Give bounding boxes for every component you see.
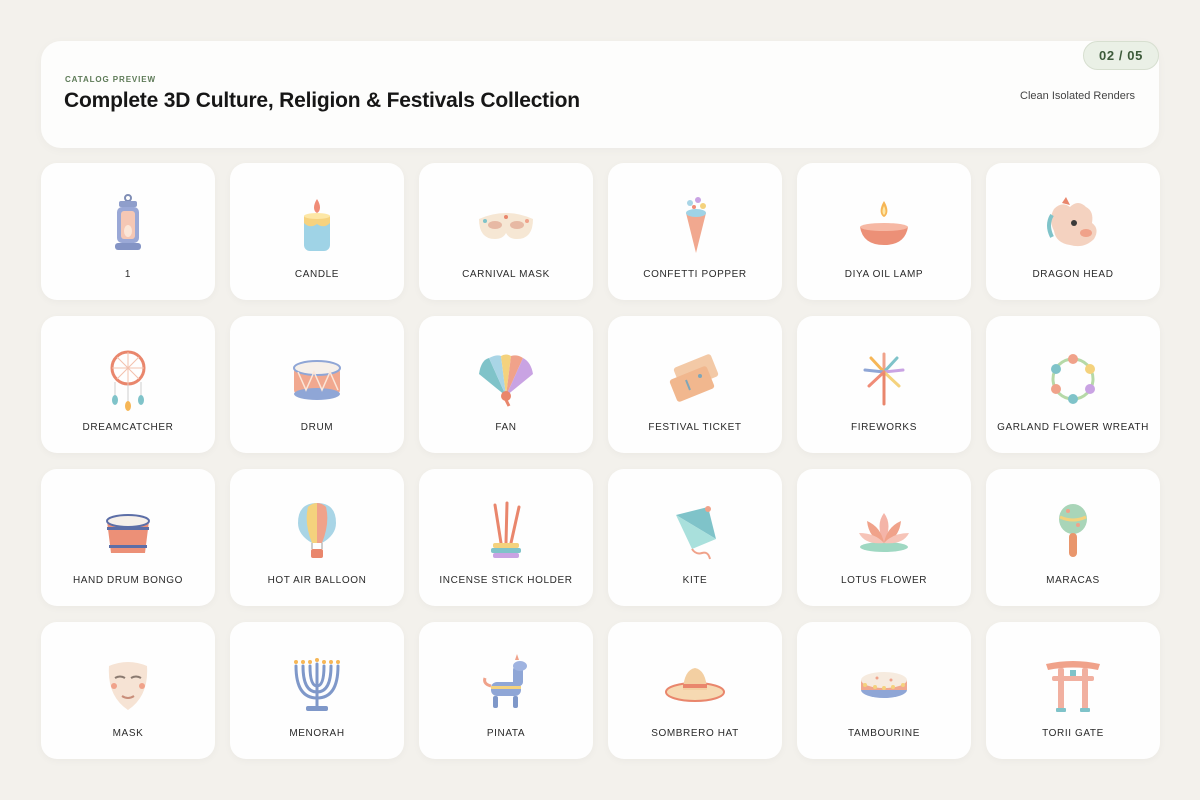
- diya-oil-lamp-icon: [851, 193, 917, 259]
- menorah-icon: [284, 652, 350, 718]
- item-label: DREAMCATCHER: [82, 422, 174, 433]
- catalog-item[interactable]: TORII GATE: [986, 622, 1160, 759]
- catalog-item[interactable]: DRAGON HEAD: [986, 163, 1160, 300]
- fireworks-icon: [851, 346, 917, 412]
- item-label: TORII GATE: [1042, 728, 1104, 739]
- kite-icon: [662, 499, 728, 565]
- sombrero-hat-icon: [662, 652, 728, 718]
- item-label: KITE: [682, 575, 708, 586]
- item-label: TAMBOURINE: [848, 728, 920, 739]
- dreamcatcher-icon: [95, 346, 161, 412]
- hand-drum-bongo-icon: [95, 499, 161, 565]
- catalog-item[interactable]: HAND DRUM BONGO: [41, 469, 215, 606]
- carnival-mask-icon: [473, 193, 539, 259]
- item-label: DRUM: [300, 422, 334, 433]
- catalog-item[interactable]: KITE: [608, 469, 782, 606]
- catalog-item[interactable]: LOTUS FLOWER: [797, 469, 971, 606]
- item-label: GARLAND FLOWER WREATH: [997, 422, 1149, 433]
- catalog-item[interactable]: SOMBRERO HAT: [608, 622, 782, 759]
- header-card: CATALOG PREVIEW Complete 3D Culture, Rel…: [41, 41, 1159, 148]
- lantern-icon: [95, 193, 161, 259]
- item-label: HOT AIR BALLOON: [267, 575, 367, 586]
- item-label: SOMBRERO HAT: [651, 728, 739, 739]
- catalog-item[interactable]: CANDLE: [230, 163, 404, 300]
- catalog-item[interactable]: GARLAND FLOWER WREATH: [986, 316, 1160, 453]
- catalog-item[interactable]: TAMBOURINE: [797, 622, 971, 759]
- fan-icon: [473, 346, 539, 412]
- catalog-item[interactable]: DRUM: [230, 316, 404, 453]
- festival-ticket-icon: [662, 346, 728, 412]
- mask-icon: [95, 652, 161, 718]
- tambourine-icon: [851, 652, 917, 718]
- catalog-item[interactable]: MASK: [41, 622, 215, 759]
- item-label: FAN: [495, 422, 517, 433]
- item-label: FIREWORKS: [851, 422, 917, 433]
- item-label: INCENSE STICK HOLDER: [439, 575, 573, 586]
- catalog-item[interactable]: FIREWORKS: [797, 316, 971, 453]
- catalog-page: CATALOG PREVIEW Complete 3D Culture, Rel…: [0, 0, 1200, 800]
- item-label: MARACAS: [1046, 575, 1100, 586]
- catalog-item[interactable]: CONFETTI POPPER: [608, 163, 782, 300]
- dragon-head-icon: [1040, 193, 1106, 259]
- catalog-item[interactable]: CARNIVAL MASK: [419, 163, 593, 300]
- page-subtitle: Clean Isolated Renders: [1020, 90, 1135, 102]
- catalog-item[interactable]: HOT AIR BALLOON: [230, 469, 404, 606]
- page-title: Complete 3D Culture, Religion & Festival…: [64, 89, 580, 112]
- item-label: CONFETTI POPPER: [643, 269, 747, 280]
- catalog-item[interactable]: INCENSE STICK HOLDER: [419, 469, 593, 606]
- catalog-item[interactable]: MARACAS: [986, 469, 1160, 606]
- item-label: HAND DRUM BONGO: [72, 575, 184, 586]
- candle-icon: [284, 193, 350, 259]
- catalog-item[interactable]: DREAMCATCHER: [41, 316, 215, 453]
- catalog-item[interactable]: PINATA: [419, 622, 593, 759]
- item-label: MENORAH: [289, 728, 345, 739]
- catalog-item[interactable]: FAN: [419, 316, 593, 453]
- item-label: FESTIVAL TICKET: [648, 422, 742, 433]
- confetti-popper-icon: [662, 193, 728, 259]
- lotus-flower-icon: [851, 499, 917, 565]
- drum-icon: [284, 346, 350, 412]
- item-label: DIYA OIL LAMP: [844, 269, 924, 280]
- pinata-icon: [473, 652, 539, 718]
- icon-grid: 1 CANDLE CARNIVAL MASK CONFETTI POPPER D…: [41, 163, 1160, 759]
- catalog-item[interactable]: 1: [41, 163, 215, 300]
- item-label: DRAGON HEAD: [1032, 269, 1114, 280]
- item-label: CARNIVAL MASK: [462, 269, 550, 280]
- catalog-item[interactable]: FESTIVAL TICKET: [608, 316, 782, 453]
- page-indicator: 02 / 05: [1083, 41, 1159, 70]
- item-label: PINATA: [486, 728, 526, 739]
- maracas-icon: [1040, 499, 1106, 565]
- garland-flower-wreath-icon: [1040, 346, 1106, 412]
- incense-stick-holder-icon: [473, 499, 539, 565]
- item-label: 1: [124, 269, 132, 280]
- catalog-item[interactable]: MENORAH: [230, 622, 404, 759]
- item-label: MASK: [112, 728, 144, 739]
- catalog-eyebrow: CATALOG PREVIEW: [65, 75, 156, 84]
- torii-gate-icon: [1040, 652, 1106, 718]
- hot-air-balloon-icon: [284, 499, 350, 565]
- item-label: LOTUS FLOWER: [840, 575, 928, 586]
- catalog-item[interactable]: DIYA OIL LAMP: [797, 163, 971, 300]
- item-label: CANDLE: [294, 269, 340, 280]
